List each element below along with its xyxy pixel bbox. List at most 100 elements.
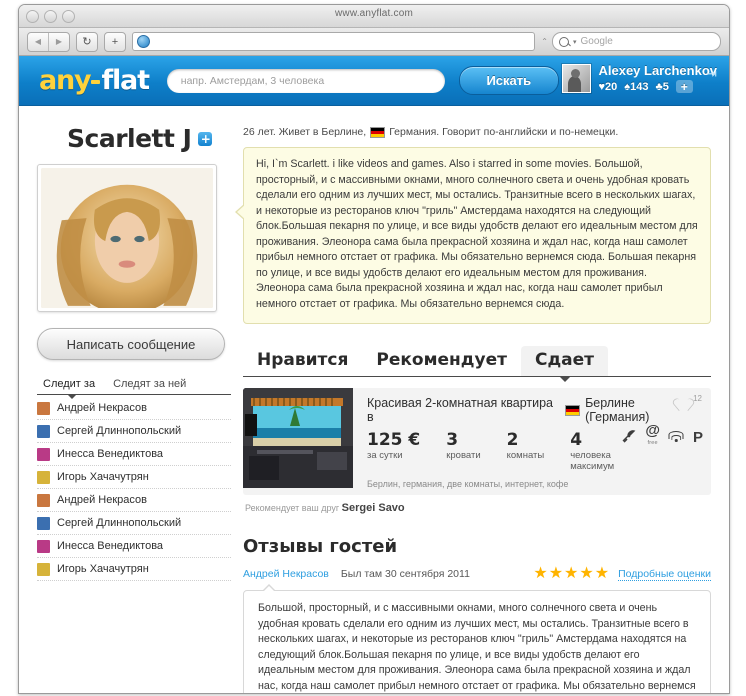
star-icon: ★ [579,565,594,582]
avatar[interactable] [562,64,592,93]
stat-clubs: ♣5 [655,80,669,93]
listing-tags: Берлин, германия, две комнаты, интернет,… [367,479,569,489]
friend-avatar [37,424,50,438]
list-item[interactable]: Игорь Хачачутрян [37,558,231,581]
listing-title-before: Красивая 2-комнатная квартира в [367,396,553,424]
listing-title[interactable]: Красивая 2-комнатная квартира в Берлине … [367,396,701,424]
wifi-icon [668,431,684,443]
friend-name: Инесса Венедиктова [57,448,164,460]
globe-icon [137,35,150,48]
star-icon: ★ [548,565,564,582]
friend-name: Сергей Длиннопольский [57,425,182,437]
parking-icon: P [692,428,703,446]
reload-button[interactable]: ↻ [76,31,98,52]
friend-avatar [37,493,50,507]
logo-flat: flat [101,65,150,96]
tab-following[interactable]: Следит за [37,378,107,399]
stat-rooms-value: 2 [506,430,519,450]
reviews-title: Отзывы гостей [243,536,398,557]
friend-avatar [37,470,50,484]
friend-name: Андрей Некрасов [57,494,147,506]
stat-hearts: ♥20 [598,80,618,93]
profile-bio-callout: Hi, I`m Scarlett. i like videos and game… [235,147,711,324]
review-author[interactable]: Андрей Некрасов [243,568,329,580]
logout-icon[interactable]: ⇥ [706,66,717,82]
list-item[interactable]: Андрей Некрасов [37,397,231,420]
profile-photo[interactable] [37,164,217,312]
stat-rooms-label: комнаты [506,450,545,461]
search-icon [559,36,569,47]
friend-name: Сергей Длиннопольский [57,517,182,529]
site-logo[interactable]: any flat [39,65,150,96]
friend-name: Игорь Хачачутрян [57,471,149,483]
review-date: Был там 30 сентября 2011 [340,568,470,580]
recommended-friend-name[interactable]: Sergei Savo [342,502,405,514]
browser-search-input[interactable]: ▾ Google [552,32,721,51]
list-item[interactable]: Сергей Длиннопольский [37,420,231,443]
page-content: Scarlett J + Написать сообщение Следит з… [19,106,729,693]
friend-name: Инесса Венедиктова [57,540,164,552]
friend-avatar [37,516,50,530]
stat-spades: ♠143 [624,80,649,93]
new-tab-button[interactable]: + [104,31,126,52]
browser-search-placeholder: Google [580,36,613,47]
profile-main: 26 лет. Живет в Берлине, Германия. Говор… [231,120,711,693]
satellite-dish-icon [622,429,636,445]
tab-recommends[interactable]: Рекомендует [362,346,521,376]
profile-bio-text: Hi, I`m Scarlett. i like videos and game… [256,158,698,310]
browser-titlebar: www.anyflat.com [19,5,729,28]
send-message-button[interactable]: Написать сообщение [37,328,225,360]
site-header: any flat напр. Амстердам, 3 человека Иска… [19,56,729,106]
star-icon: ★ [533,565,548,582]
listing-photo[interactable] [243,388,353,488]
list-item[interactable]: Игорь Хачачутрян [37,466,231,489]
site-search-input[interactable]: напр. Амстердам, 3 человека [166,68,445,93]
browser-toolbar: ◀ ▶ ↻ + ⌃ ▾ Google [19,28,729,56]
star-icon: ★ [564,565,579,582]
list-item[interactable]: Сергей Длиннопольский [37,512,231,535]
germany-flag-icon [565,404,581,416]
listing-card[interactable]: Красивая 2-комнатная квартира в Берлине … [243,388,711,495]
user-menu[interactable]: Alexey Larchenkov ♥20 ♠143 ♣5 + ⇥ [562,64,717,93]
site-search-placeholder: напр. Амстердам, 3 человека [180,74,325,87]
tab-rents[interactable]: Сдает [520,346,609,382]
tab-likes[interactable]: Нравится [243,346,362,376]
friend-avatar [37,562,50,576]
logo-any: any [39,65,92,96]
chevron-down-icon[interactable]: ▾ [573,38,577,46]
friend-avatar [37,447,50,461]
back-arrow-icon[interactable]: ◀ [28,32,49,51]
review-body-box: Большой, просторный, и с массивными окна… [243,584,711,693]
heart-icon [677,394,691,407]
nav-buttons[interactable]: ◀ ▶ [27,31,70,52]
toolbar-divider-icon: ⌃ [541,37,548,46]
listing-details: Красивая 2-комнатная квартира в Берлине … [353,388,711,495]
stat-price-value: 125 € [367,430,421,450]
list-item[interactable]: Инесса Венедиктова [37,443,231,466]
profile-meta-after: Германия. Говорит по-английски и по-неме… [389,126,619,138]
rating-stars: ★ ★ ★ ★ ★ [533,566,609,582]
user-name: Alexey Larchenkov [598,63,717,78]
detailed-ratings-link[interactable]: Подробные оценки [618,568,711,581]
profile-meta: 26 лет. Живет в Берлине, Германия. Говор… [243,126,711,138]
profile-meta-before: 26 лет. Живет в Берлине, [243,126,367,138]
listing-recommended-by: Рекомендует ваш друг Sergei Savo [245,502,711,514]
page-title: Scarlett J + [67,124,231,153]
forward-arrow-icon[interactable]: ▶ [49,33,69,51]
stat-beds: 3 кровати [446,431,480,461]
list-item[interactable]: Андрей Некрасов [37,489,231,512]
add-button[interactable]: + [675,80,693,93]
stat-guests-label: человека максимум [570,450,615,472]
list-item[interactable]: Инесса Венедиктова [37,535,231,558]
friend-avatar [37,401,50,415]
at-free-sublabel: free [647,440,658,446]
tab-followers[interactable]: Следят за ней [107,378,198,390]
profile-photo-image [41,168,213,308]
address-bar[interactable] [132,32,536,51]
listing-favorites[interactable]: 12 [677,394,702,407]
search-button[interactable]: Искать [458,66,559,95]
friend-avatar [37,539,50,553]
followers-tabs: Следит за Следят за ней [37,378,231,399]
at-free-icon: @ free [645,423,660,450]
logo-dash-icon [91,79,101,84]
